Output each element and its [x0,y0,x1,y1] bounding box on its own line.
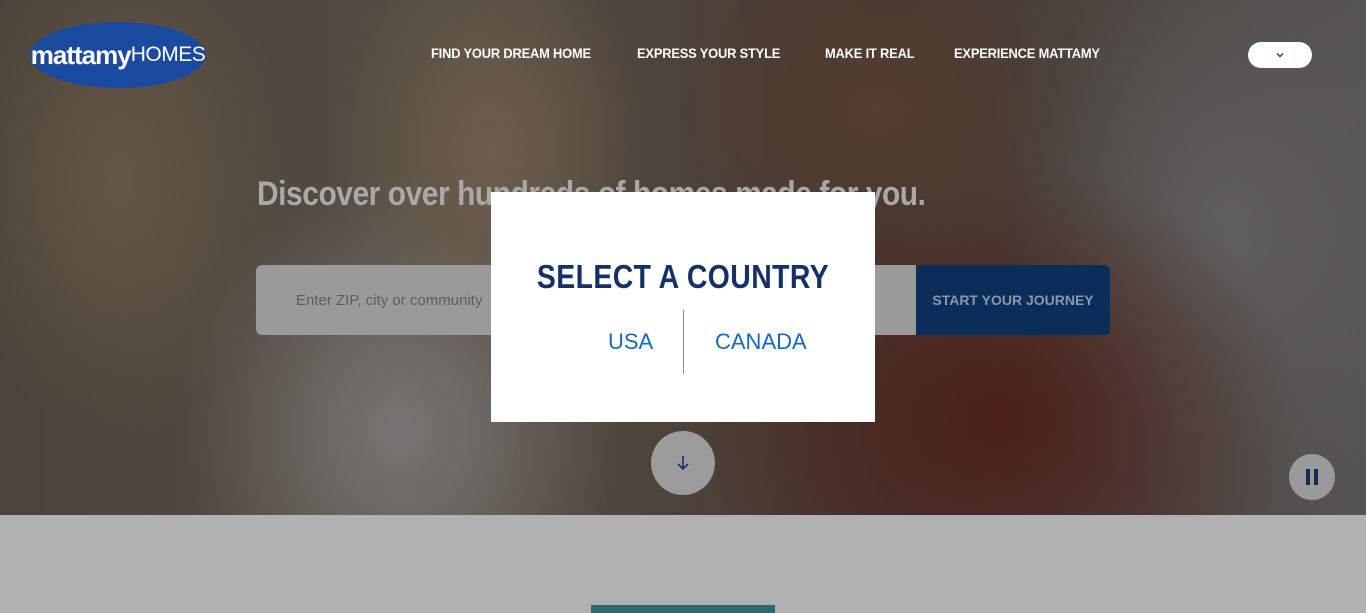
start-your-journey-button[interactable]: START YOUR JOURNEY [916,265,1110,335]
chevron-down-icon [1276,53,1284,58]
mattamy-homes-logo[interactable]: mattamy HOMES [30,22,206,88]
scroll-down-button[interactable] [651,431,715,495]
pause-icon [1304,469,1320,485]
nav-experience-mattamy[interactable]: EXPERIENCE MATTAMY [954,45,1100,61]
nav-find-your-dream-home[interactable]: FIND YOUR DREAM HOME [431,45,591,61]
nav-make-it-real[interactable]: MAKE IT REAL [825,45,915,61]
country-selector-dropdown[interactable] [1248,42,1312,68]
country-option-usa[interactable]: USA [608,329,653,355]
country-option-canada[interactable]: CANADA [715,329,807,355]
nav-express-your-style[interactable]: EXPRESS YOUR STYLE [637,45,780,61]
modal-backdrop[interactable] [0,515,1366,613]
logo-text-light: HOMES [130,43,206,66]
country-divider [683,310,684,374]
modal-title: SELECT A COUNTRY [536,258,830,295]
select-country-modal: SELECT A COUNTRY USA CANADA [491,192,875,422]
logo-text-bold: mattamy [30,39,132,70]
section-tab [591,605,775,613]
main-nav: FIND YOUR DREAM HOME EXPRESS YOUR STYLE … [431,45,1112,61]
arrow-down-icon [677,456,689,471]
pause-video-button[interactable] [1289,454,1335,500]
